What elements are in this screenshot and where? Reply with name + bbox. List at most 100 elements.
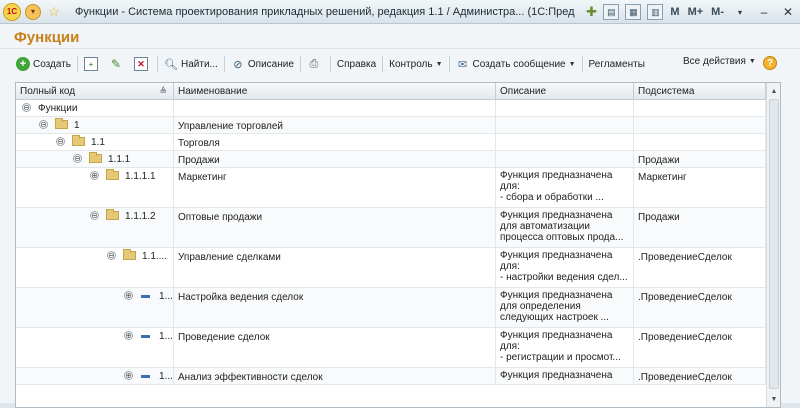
find-button[interactable]: 🔍︎ Найти... — [160, 55, 222, 73]
folder-icon — [106, 169, 119, 180]
cell-subsystem: .ПроведениеСделок — [634, 328, 766, 367]
plus-icon: + — [16, 57, 30, 71]
minimize-button[interactable]: – — [754, 3, 774, 21]
table-row[interactable]: ⊖ 1 Управление торговлей — [16, 117, 766, 134]
collapse-icon[interactable]: ⊖ — [107, 251, 116, 260]
print-button[interactable]: ⎙ — [303, 55, 328, 73]
table-row[interactable]: ⊕ 1... Проведение сделок Функция предназнач… — [16, 328, 766, 368]
close-button[interactable]: ✕ — [778, 3, 798, 21]
collapse-icon[interactable]: ⊖ — [39, 120, 48, 129]
sort-icon: ≜ — [159, 86, 167, 96]
pencil-icon: ✎ — [110, 57, 122, 71]
dropdown-icon[interactable]: ▾ — [730, 3, 750, 21]
cell-description — [496, 117, 634, 133]
expand-icon[interactable]: ⊕ — [124, 371, 133, 380]
control-menu[interactable]: Контроль ▼ — [385, 55, 446, 73]
table-row[interactable]: ⊖ 1.1.... Управление сделками Функция предн… — [16, 248, 766, 288]
separator — [581, 56, 583, 72]
code-text: 1.1.1 — [108, 154, 131, 165]
scroll-down-icon[interactable]: ▼ — [767, 392, 780, 406]
functions-table[interactable]: Полный код ≜ Наименование Описание Подси… — [15, 82, 781, 408]
edit-button[interactable]: ✎ — [105, 55, 130, 73]
chevron-down-icon: ▼ — [568, 60, 576, 68]
column-header-subsystem[interactable]: Подсистема — [634, 83, 766, 100]
title-bar: 1C ▾ ☆ Функции - Система проектирования … — [0, 0, 800, 24]
page-title: Функции — [14, 29, 80, 46]
collapse-icon[interactable]: ⊖ — [56, 137, 65, 146]
cell-name: Проведение сделок — [174, 328, 496, 367]
cell-code: ⊕ 1... — [16, 368, 174, 384]
column-header-description[interactable]: Описание — [496, 83, 634, 100]
cell-name: Управление сделками — [174, 248, 496, 287]
cell-subsystem: Продажи — [634, 151, 766, 167]
table-row[interactable]: ⊖ 1.1 Торговля — [16, 134, 766, 151]
help-icon[interactable]: ? — [763, 56, 777, 70]
memory-plus-button[interactable]: M+ — [688, 6, 704, 18]
memory-minus-button[interactable]: M- — [711, 6, 724, 18]
app-logo-icon[interactable]: 1C — [3, 2, 21, 21]
memory-button[interactable]: M — [670, 6, 679, 18]
create-message-menu[interactable]: ✉ Создать сообщение ▼ — [452, 55, 580, 73]
help-ref-button[interactable]: Справка — [333, 55, 380, 73]
description-button[interactable]: ⊘ Описание — [227, 55, 298, 73]
regulations-label: Регламенты — [588, 58, 645, 70]
column-header-code[interactable]: Полный код ≜ — [16, 83, 174, 100]
cell-subsystem — [634, 100, 766, 116]
expand-icon[interactable]: ⊕ — [90, 171, 99, 180]
collapse-icon[interactable]: ⊖ — [73, 154, 82, 163]
code-text: Функции — [38, 103, 78, 114]
table-row[interactable]: ⊕ 1... Анализ эффективности сделок Функция … — [16, 368, 766, 385]
cell-name: Оптовые продажи — [174, 208, 496, 247]
table-row[interactable]: ⊕ 1.1.1.1 Маркетинг Функция предназначена д… — [16, 168, 766, 208]
cell-name: Настройка ведения сделок — [174, 288, 496, 327]
bookmarks-icon[interactable]: ▤ — [603, 4, 620, 20]
table-row[interactable]: ⊖ 1.1.1.2 Оптовые продажи Функция предназна… — [16, 208, 766, 248]
cell-subsystem — [634, 117, 766, 133]
all-actions-label: Все действия — [683, 56, 746, 67]
item-icon — [141, 375, 150, 378]
cell-description — [496, 151, 634, 167]
code-text: 1.1 — [91, 137, 105, 148]
favorites-add-icon[interactable]: ✚ — [582, 3, 600, 21]
cell-description: Функция предназначена для автоматизации … — [496, 208, 634, 247]
copy-button[interactable]: + — [80, 55, 105, 73]
separator — [448, 56, 450, 72]
table-row[interactable]: ⊕ 1... Настройка ведения сделок Функция пре… — [16, 288, 766, 328]
item-icon — [141, 335, 150, 338]
create-button[interactable]: + Создать — [12, 55, 75, 73]
item-icon — [141, 295, 150, 298]
find-label: Найти... — [181, 58, 218, 70]
vertical-scrollbar[interactable]: ▲ ▼ — [766, 83, 780, 407]
expand-icon[interactable]: ⊕ — [124, 331, 133, 340]
folder-icon — [106, 209, 119, 220]
code-text: 1... — [159, 291, 173, 302]
folder-icon — [55, 118, 68, 129]
folder-icon — [72, 135, 85, 146]
collapse-icon[interactable]: ⊖ — [22, 103, 31, 112]
cell-description: Функция предназначена для: - регистрации… — [496, 328, 634, 367]
calendar-icon[interactable]: ▥ — [647, 4, 664, 20]
main-menu-icon[interactable]: ▾ — [24, 3, 42, 21]
column-header-name[interactable]: Наименование — [174, 83, 496, 100]
cell-code: ⊕ 1.1.1.1 — [16, 168, 174, 207]
heading-divider — [0, 48, 800, 49]
description-label: Описание — [247, 58, 294, 70]
cell-description: Функция предназначена для определения сл… — [496, 288, 634, 327]
cell-code: ⊕ 1... — [16, 328, 174, 367]
scroll-thumb[interactable] — [769, 99, 779, 389]
separator — [223, 56, 225, 72]
scroll-up-icon[interactable]: ▲ — [767, 84, 780, 98]
table-row[interactable]: ⊖ Функции — [16, 100, 766, 117]
expand-icon[interactable]: ⊕ — [124, 291, 133, 300]
delete-button[interactable]: ✕ — [130, 55, 155, 73]
all-actions-menu[interactable]: Все действия ▼ — [683, 56, 756, 67]
form-area: Функции + Создать + ✎ ✕ 🔍︎ Найти... ⊘ Оп… — [0, 24, 800, 408]
title-bar-tools: ✚ ▤ ▦ ▥ M M+ M- ▾ – ✕ — [579, 0, 800, 24]
collapse-icon[interactable]: ⊖ — [90, 211, 99, 220]
chevron-down-icon: ▼ — [748, 58, 756, 65]
favorite-star-icon[interactable]: ☆ — [45, 3, 63, 21]
cell-description: Функция предназначена для: - настройки в… — [496, 248, 634, 287]
calculator-icon[interactable]: ▦ — [625, 4, 642, 20]
table-row[interactable]: ⊖ 1.1.1 Продажи Продажи — [16, 151, 766, 168]
regulations-button[interactable]: Регламенты — [585, 55, 649, 73]
